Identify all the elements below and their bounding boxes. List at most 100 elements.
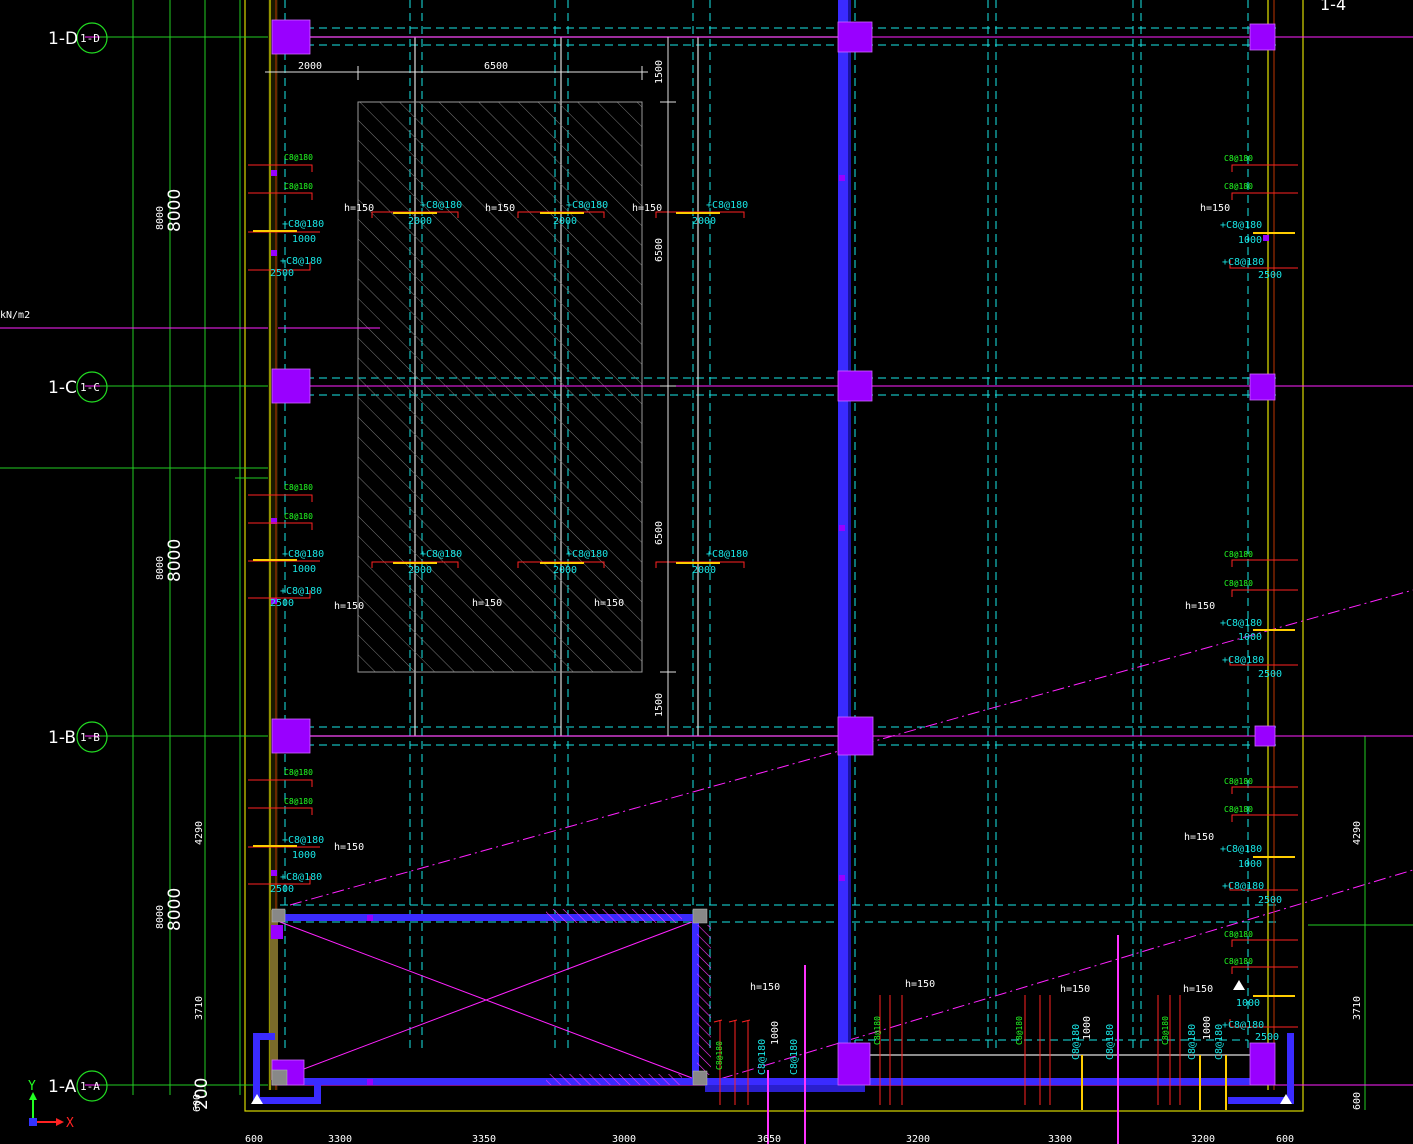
dim-big-3: 8000 [165,888,185,931]
svg-text:2500: 2500 [1258,270,1282,281]
svg-text:h=150: h=150 [1185,601,1215,612]
column-1D-right [1249,23,1276,51]
column-1C-left [271,368,311,404]
ucs-y-label: Y [28,1079,36,1094]
svg-text:2500: 2500 [270,884,294,895]
dim-big-1: 8000 [165,189,185,232]
svg-text:C8@180: C8@180 [1105,1024,1116,1060]
opening-dim-mid1: 6500 [654,238,665,262]
column-1B-right [1254,725,1276,747]
bottom-dim-7: 3300 [1048,1134,1072,1144]
svg-text:+C8@180: +C8@180 [1220,844,1262,855]
svg-text:C8@180: C8@180 [1224,579,1253,588]
svg-text:1000: 1000 [292,564,316,575]
svg-text:h=150: h=150 [485,203,515,214]
svg-text:h=150: h=150 [1060,984,1090,995]
svg-text:2500: 2500 [1258,669,1282,680]
svg-text:C8@180: C8@180 [1071,1024,1082,1060]
svg-text:C8@180: C8@180 [757,1039,768,1075]
svg-text:2000: 2000 [553,565,577,576]
svg-text:+C8@180: +C8@180 [280,872,322,883]
dim-small-2: 8000 [155,556,166,580]
cad-drawing-canvas[interactable]: 1-4 kN/m2 1-D 1-C 1-B 1-A 1-D 1-C 1-B 1-… [0,0,1413,1144]
subdim-right-3: 600 [1352,1092,1363,1110]
opening-dim-left: 2000 [298,61,322,72]
svg-text:C8@180: C8@180 [284,483,313,492]
bottom-dim-8: 3200 [1191,1134,1215,1144]
svg-text:h=150: h=150 [632,203,662,214]
svg-text:h=150: h=150 [334,601,364,612]
dim-small-3: 8000 [155,905,166,929]
bottom-dim-9: 600 [1276,1134,1294,1144]
svg-text:h=150: h=150 [344,203,374,214]
column-1B-left [271,718,311,754]
svg-text:h=150: h=150 [334,842,364,853]
column-1A-right [1249,1042,1276,1086]
ucs-x-label: X [66,1116,74,1131]
svg-text:+C8@180: +C8@180 [566,549,608,560]
grid-label-1A: 1-A [48,1077,77,1097]
column-1D-left [271,19,311,55]
grid-bubble-text-1A: 1-A [80,1080,100,1093]
svg-text:C8@180: C8@180 [715,1041,724,1070]
svg-text:h=150: h=150 [594,598,624,609]
column-1C-mid [837,370,873,402]
svg-text:+C8@180: +C8@180 [282,549,324,560]
svg-text:1000: 1000 [770,1021,781,1045]
svg-text:+C8@180: +C8@180 [282,835,324,846]
beam-hatch-right [697,925,711,1075]
svg-text:2000: 2000 [408,565,432,576]
svg-text:+C8@180: +C8@180 [282,219,324,230]
grid-label-1C: 1-C [48,378,77,398]
svg-text:+C8@180: +C8@180 [706,200,748,211]
svg-text:C8@180: C8@180 [284,797,313,806]
svg-text:h=150: h=150 [1183,984,1213,995]
bottom-dim-3: 3350 [472,1134,496,1144]
opening-dim-main: 6500 [484,61,508,72]
svg-text:C8@180: C8@180 [284,153,313,162]
svg-text:h=150: h=150 [472,598,502,609]
svg-text:1000: 1000 [292,234,316,245]
load-unit-label: kN/m2 [0,310,30,321]
svg-text:+C8@180: +C8@180 [566,200,608,211]
grid-label-1B: 1-B [48,728,76,748]
svg-text:C8@180: C8@180 [1224,930,1253,939]
svg-text:h=150: h=150 [1200,203,1230,214]
svg-text:2000: 2000 [408,216,432,227]
drawing-corner-label: 1-4 [1320,0,1346,14]
svg-text:h=150: h=150 [1184,832,1214,843]
column-1C-right [1249,373,1276,401]
svg-text:h=150: h=150 [905,979,935,990]
svg-text:C8@180: C8@180 [789,1039,800,1075]
svg-text:+C8@180: +C8@180 [420,549,462,560]
subdim-left-1: 4290 [194,821,205,845]
svg-text:+C8@180: +C8@180 [1222,881,1264,892]
hatched-opening[interactable] [357,101,643,673]
beam-hatch-top [546,909,682,923]
svg-text:h=150: h=150 [750,982,780,993]
svg-text:+C8@180: +C8@180 [1220,220,1262,231]
svg-text:C8@180: C8@180 [284,768,313,777]
svg-text:C8@180: C8@180 [1224,777,1253,786]
svg-text:2000: 2000 [692,565,716,576]
grid-label-1D: 1-D [48,29,78,49]
svg-text:1000: 1000 [1082,1016,1093,1040]
svg-text:2000: 2000 [692,216,716,227]
svg-text:C8@180: C8@180 [1224,550,1253,559]
column-1B-mid [837,716,874,756]
bottom-dim-5: 3650 [757,1134,781,1144]
bottom-dim-6: 3200 [906,1134,930,1144]
dim-small-4: 600 [192,1094,203,1112]
grid-bubble-text-1C: 1-C [80,381,100,394]
dim-big-2: 8000 [165,539,185,582]
svg-text:1000: 1000 [1238,859,1262,870]
svg-text:+C8@180: +C8@180 [1222,655,1264,666]
beam-hatch-bottom [546,1074,682,1085]
svg-text:C8@180: C8@180 [1015,1016,1024,1045]
svg-text:C8@180: C8@180 [1224,182,1253,191]
svg-text:1000: 1000 [1238,632,1262,643]
bottom-dim-1: 600 [245,1134,263,1144]
svg-text:+C8@180: +C8@180 [280,586,322,597]
opening-dim-top: 1500 [654,60,665,84]
svg-text:C8@180: C8@180 [284,182,313,191]
